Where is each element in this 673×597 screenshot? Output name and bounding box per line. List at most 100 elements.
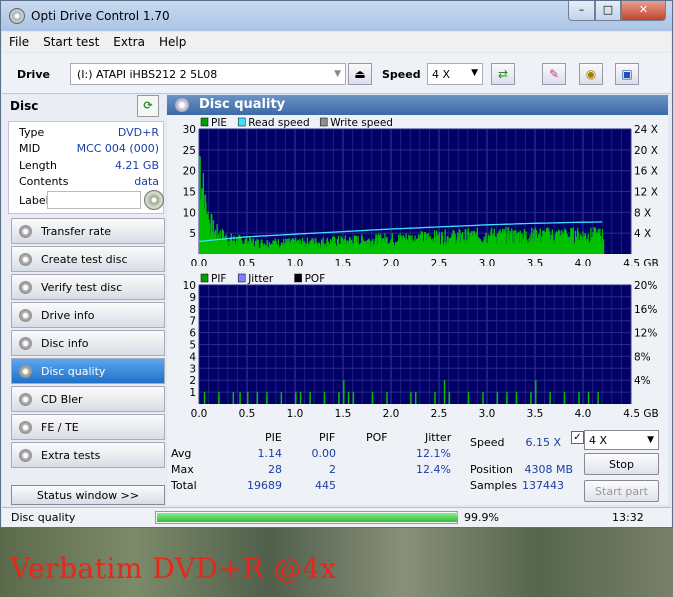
contents-label: Contents xyxy=(19,175,69,188)
pif-bar xyxy=(203,392,206,404)
disc-icon xyxy=(19,281,32,294)
status-window-button[interactable]: Status window >> xyxy=(11,485,165,505)
swap-icon[interactable]: ⇄ xyxy=(491,63,515,85)
x-tick-label: 0.0 xyxy=(191,258,208,266)
x-tick-label: 4.0 xyxy=(575,258,592,266)
nav-label: Disc quality xyxy=(41,365,106,378)
pif-bar xyxy=(506,392,508,404)
disc-info-panel: Type DVD+R MID MCC 004 (000) Length 4.21… xyxy=(8,121,164,214)
speed-select[interactable]: 4 X ▼ xyxy=(427,63,483,85)
nav-cd-bler[interactable]: CD Bler xyxy=(11,386,165,412)
nav-extra-tests[interactable]: Extra tests xyxy=(11,442,165,468)
mid-label: MID xyxy=(19,142,41,155)
disc-label-icon[interactable] xyxy=(144,190,164,210)
save-icon[interactable]: ▣ xyxy=(615,63,639,85)
maximize-button[interactable]: □ xyxy=(595,1,621,21)
legend-swatch xyxy=(237,117,246,127)
label-field[interactable] xyxy=(47,191,141,209)
pif-bar xyxy=(239,392,241,404)
pif-bar xyxy=(338,392,340,404)
app-window: Opti Drive Control 1.70 – □ ✕ File Start … xyxy=(0,0,673,528)
refresh-icon[interactable]: ⟳ xyxy=(137,95,159,117)
nav-label: Create test disc xyxy=(41,253,128,266)
menu-start-test[interactable]: Start test xyxy=(36,32,106,49)
avg-jitter: 12.1% xyxy=(416,447,451,460)
x-tick-label: 4.0 xyxy=(575,408,592,418)
speed-stat-value: 6.15 X xyxy=(525,436,561,449)
pif-bar xyxy=(515,392,518,404)
menu-extra[interactable]: Extra xyxy=(106,32,152,49)
overlay-caption: Verbatim DVD+R @4x xyxy=(10,552,337,585)
pif-chart: 0.0 0.5 1.0 1.5 2.0 2.5 3.0 3.5 4.0 4.5 GB 1098765… xyxy=(183,273,659,418)
stop-button[interactable]: Stop xyxy=(584,453,659,475)
legend-label: Write speed xyxy=(330,117,393,129)
pif-bar xyxy=(443,380,446,404)
x-tick-label: 0.5 xyxy=(239,408,256,418)
y2-tick-label: 24 X xyxy=(634,124,658,136)
progress-bar xyxy=(155,511,458,524)
x-tick-label: 2.0 xyxy=(383,258,400,266)
samples-value: 137443 xyxy=(522,479,564,492)
y2-tick-label: 16% xyxy=(634,304,657,316)
disc-icon xyxy=(19,225,32,238)
pif-bar xyxy=(578,392,580,404)
nav-disc-info[interactable]: Disc info xyxy=(11,330,165,356)
y-tick-label: 7 xyxy=(189,316,196,328)
jitter-checkbox[interactable]: ✓ xyxy=(571,431,584,444)
drive-select[interactable]: (I:) ATAPI iHBS212 2 5L08 ▼ xyxy=(70,63,346,85)
pif-bar xyxy=(347,392,350,404)
max-pif: 2 xyxy=(329,463,336,476)
disc-icon xyxy=(19,253,32,266)
pif-bar xyxy=(563,392,566,404)
pif-bar xyxy=(352,392,355,404)
pif-bar xyxy=(597,392,599,404)
x-tick-label: 1.5 xyxy=(335,408,352,418)
nav-verify-test-disc[interactable]: Verify test disc xyxy=(11,274,165,300)
pif-bar xyxy=(295,392,297,404)
nav-disc-quality[interactable]: Disc quality xyxy=(11,358,165,384)
total-pif: 445 xyxy=(315,479,336,492)
disc-icon xyxy=(19,365,32,378)
nav-label: Extra tests xyxy=(41,449,101,462)
y-tick-label: 8 xyxy=(189,304,196,316)
pif-bar xyxy=(232,392,235,404)
eraser-icon[interactable]: ✎ xyxy=(542,63,566,85)
y-tick-label: 5 xyxy=(189,340,196,352)
nav-transfer-rate[interactable]: Transfer rate xyxy=(11,218,165,244)
y-tick-label: 10 xyxy=(183,280,196,292)
max-pie: 28 xyxy=(268,463,282,476)
x-tick-label: 2.5 xyxy=(431,408,448,418)
disc-heading: Disc xyxy=(10,99,39,113)
pif-bar xyxy=(535,380,537,404)
pie-bar xyxy=(602,239,605,254)
legend-swatch xyxy=(319,117,328,127)
start-part-button[interactable]: Start part xyxy=(584,480,659,502)
pif-bar xyxy=(309,392,311,404)
test-speed-select[interactable]: 4 X ▼ xyxy=(584,430,659,450)
pif-bar xyxy=(299,392,302,404)
x-tick-label: 0.0 xyxy=(191,408,208,418)
y-tick-label: 25 xyxy=(183,145,196,157)
pif-bar xyxy=(415,392,417,404)
legend-swatch xyxy=(200,273,209,283)
pif-bar xyxy=(386,392,388,404)
speed-value: 4 X xyxy=(432,68,451,81)
y2-tick-label: 12 X xyxy=(634,187,658,199)
x-tick-label: 1.5 xyxy=(335,258,352,266)
menu-help[interactable]: Help xyxy=(152,32,193,49)
minimize-button[interactable]: – xyxy=(568,1,595,21)
menu-file[interactable]: File xyxy=(2,32,36,49)
x-tick-label: 3.0 xyxy=(479,258,496,266)
recorder-icon[interactable]: ◉ xyxy=(579,63,603,85)
nav-fe-te[interactable]: FE / TE xyxy=(11,414,165,440)
close-button[interactable]: ✕ xyxy=(621,1,666,21)
menu-bar: File Start test Extra Help xyxy=(2,32,671,52)
pif-bar xyxy=(482,392,484,404)
x-tick-label: 0.5 xyxy=(239,258,256,266)
speed-label: Speed xyxy=(382,68,421,81)
x-tick-label: 2.0 xyxy=(383,408,400,418)
legend-label: POF xyxy=(305,273,326,285)
nav-drive-info[interactable]: Drive info xyxy=(11,302,165,328)
nav-create-test-disc[interactable]: Create test disc xyxy=(11,246,165,272)
eject-icon[interactable]: ⏏ xyxy=(348,63,372,85)
